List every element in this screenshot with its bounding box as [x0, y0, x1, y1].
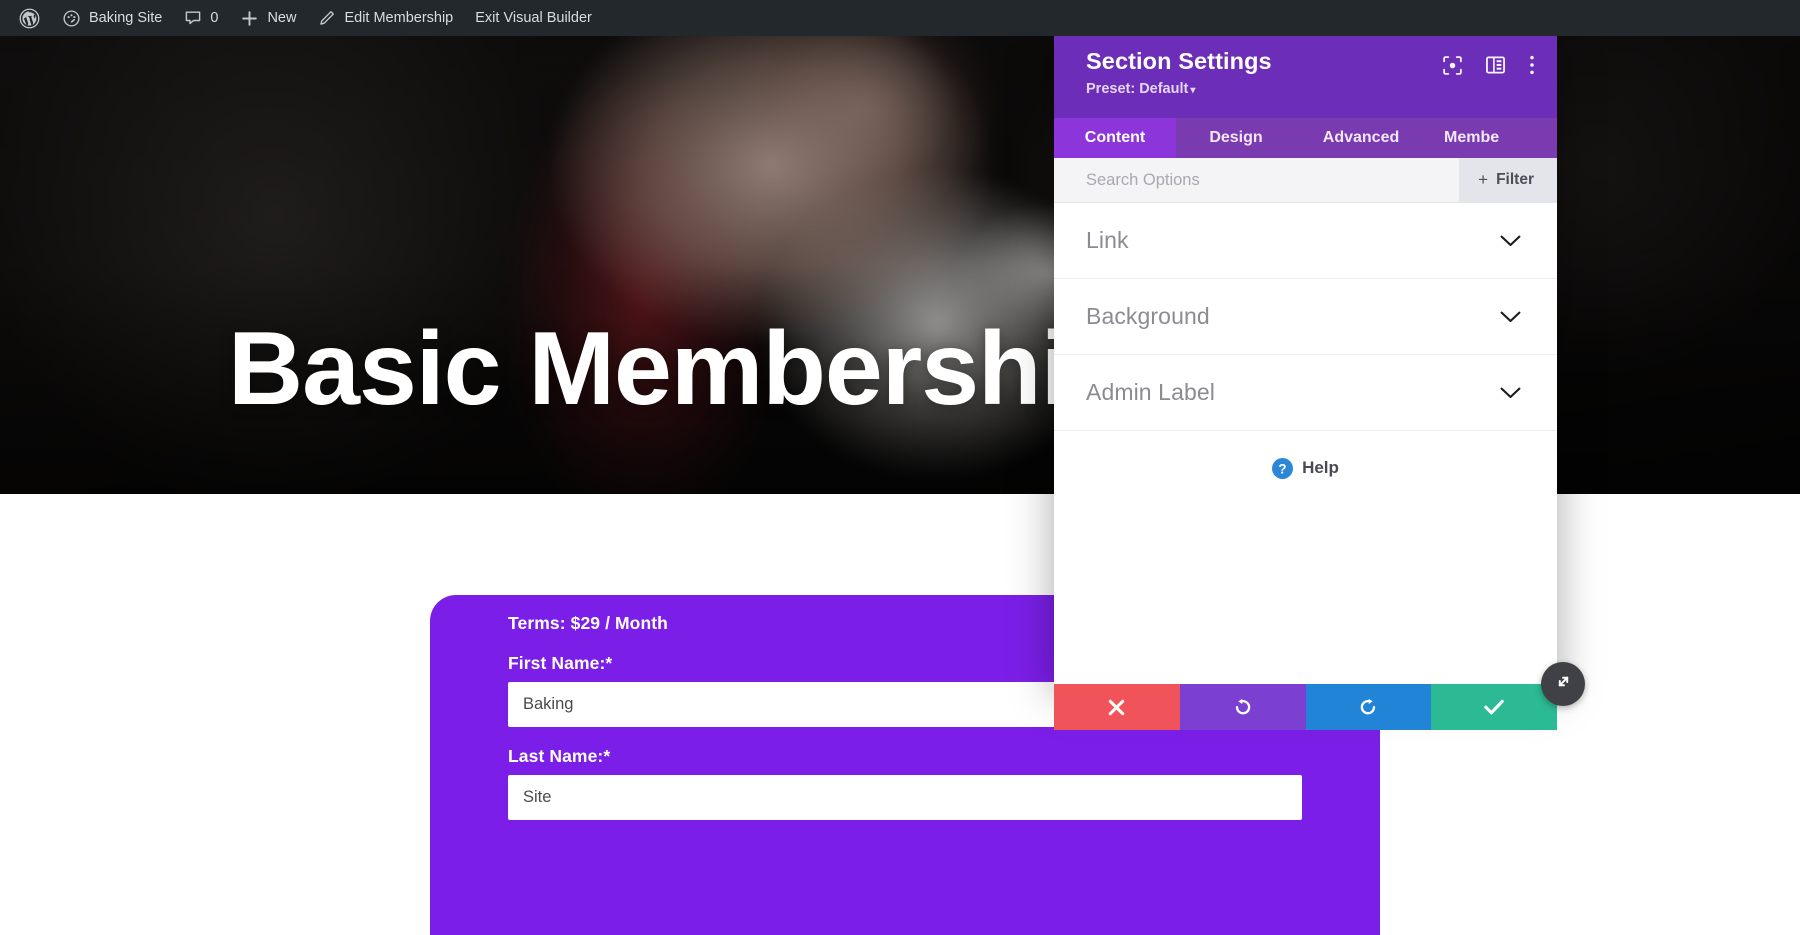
chevron-down-icon: [1500, 387, 1521, 399]
accordion-admin-label[interactable]: Admin Label: [1054, 355, 1557, 431]
filter-button[interactable]: + Filter: [1459, 157, 1557, 203]
accordion-background[interactable]: Background: [1054, 279, 1557, 355]
accordion-background-label: Background: [1086, 303, 1210, 329]
chevron-down-icon: [1500, 235, 1521, 247]
wp-admin-bar: Baking Site 0 New Edit Membership Exit V…: [0, 0, 1800, 36]
redo-arrow-icon: [1359, 698, 1378, 717]
cancel-button[interactable]: [1054, 684, 1180, 730]
tab-advanced[interactable]: Advanced: [1296, 118, 1426, 158]
preset-selector[interactable]: Preset: Default ▾: [1086, 81, 1195, 97]
layout-panel-icon[interactable]: [1486, 56, 1505, 74]
help-label: Help: [1302, 458, 1339, 477]
kebab-menu-icon[interactable]: [1529, 55, 1535, 75]
panel-resize-handle[interactable]: [1541, 662, 1585, 706]
admin-bar-site-name-label: Baking Site: [89, 9, 163, 26]
last-name-input[interactable]: [508, 775, 1302, 820]
plus-icon: +: [1478, 170, 1489, 189]
admin-bar-comment-count: 0: [210, 9, 219, 26]
close-x-icon: [1108, 699, 1125, 716]
panel-header: Section Settings Preset: Default ▾: [1054, 32, 1557, 118]
panel-action-bar: [1054, 684, 1557, 730]
last-name-label: Last Name:*: [508, 746, 611, 766]
chevron-down-icon: ▾: [1190, 85, 1196, 96]
diagonal-resize-icon: [1554, 672, 1573, 696]
accordion-link[interactable]: Link: [1054, 203, 1557, 279]
admin-bar-item-wordpress[interactable]: [8, 0, 51, 36]
focus-target-icon[interactable]: [1443, 55, 1462, 75]
svg-text:?: ?: [1278, 461, 1286, 476]
pencil-icon: [318, 9, 336, 27]
undo-arrow-icon: [1233, 698, 1252, 717]
panel-tab-bar: Content Design Advanced Membe: [1054, 118, 1557, 158]
accordion-admin-label-label: Admin Label: [1086, 379, 1215, 405]
dashboard-icon: [62, 9, 81, 28]
search-options-input[interactable]: [1054, 157, 1460, 203]
admin-bar-item-exit-visual-builder[interactable]: Exit Visual Builder: [464, 0, 603, 36]
tab-membership[interactable]: Membe: [1426, 118, 1557, 158]
wordpress-logo-icon: [19, 8, 40, 29]
undo-button[interactable]: [1179, 684, 1306, 730]
admin-bar-item-site-name[interactable]: Baking Site: [51, 0, 173, 36]
filter-button-label: Filter: [1496, 171, 1534, 188]
chevron-down-icon: [1500, 311, 1521, 323]
panel-body: Link Background Admin Label ? Help: [1054, 203, 1557, 684]
accordion-link-label: Link: [1086, 227, 1129, 253]
section-settings-panel: Section Settings Preset: Default ▾ Conte…: [1054, 32, 1585, 730]
checkmark-icon: [1484, 699, 1504, 715]
admin-bar-item-edit-membership[interactable]: Edit Membership: [307, 0, 464, 36]
panel-search-row: + Filter: [1054, 157, 1557, 203]
page-title: Basic Membership: [228, 311, 1132, 427]
redo-button[interactable]: [1305, 684, 1432, 730]
tab-design[interactable]: Design: [1176, 118, 1296, 158]
admin-bar-exit-vb-label: Exit Visual Builder: [475, 9, 592, 26]
admin-bar-item-comments[interactable]: 0: [173, 0, 229, 36]
admin-bar-edit-membership-label: Edit Membership: [344, 9, 454, 26]
preset-label: Preset: Default: [1086, 81, 1189, 97]
save-button[interactable]: [1431, 684, 1557, 730]
comment-bubble-icon: [184, 9, 202, 27]
admin-bar-item-new[interactable]: New: [229, 0, 307, 36]
question-circle-icon: ?: [1272, 457, 1294, 479]
tab-content[interactable]: Content: [1054, 118, 1176, 158]
plus-icon: [240, 9, 259, 28]
admin-bar-new-label: New: [267, 9, 297, 26]
last-name-field-wrap: [508, 775, 1302, 820]
help-link[interactable]: ? Help: [1054, 431, 1557, 505]
panel-header-icon-group: [1443, 55, 1535, 75]
